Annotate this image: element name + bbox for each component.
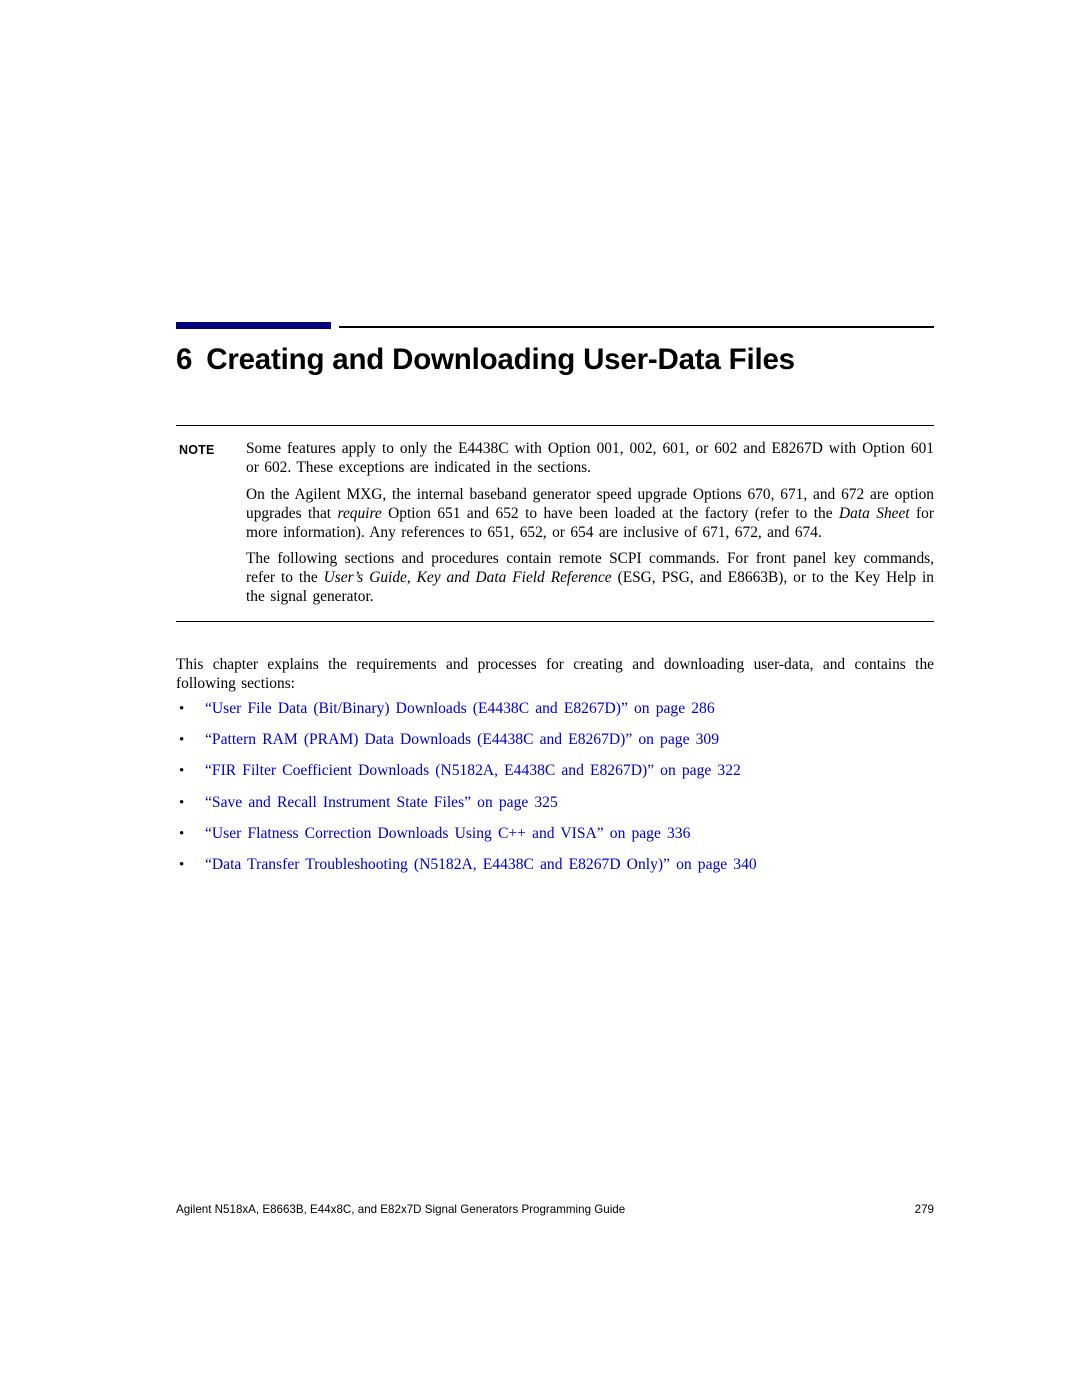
bullet-marker: • — [179, 732, 185, 749]
note-p2-part2: Option 651 and 652 to have been loaded a… — [381, 504, 840, 522]
chapter-accent-bar — [176, 322, 331, 329]
chapter-title-text: Creating and Downloading User-Data Files — [206, 343, 795, 376]
note-p3-italic-guide: User’s Guide, Key and Data Field Referen… — [323, 569, 612, 587]
page-title: 6 Creating and Downloading User-Data File… — [176, 343, 976, 377]
bullet-marker: • — [179, 701, 185, 717]
note-p2-italic-datasheet: Data Sheet — [839, 504, 910, 522]
bullet-marker: • — [179, 825, 185, 842]
footer-document-title: Agilent N518xA, E8663B, E44x8C, and E82x… — [176, 1203, 626, 1216]
chapter-thin-rule — [339, 326, 934, 328]
bullet-marker: • — [179, 794, 185, 811]
note-body: Some features apply to only the E4438C w… — [246, 439, 934, 606]
bullet-marker: • — [179, 857, 185, 874]
section-link[interactable]: “User Flatness Correction Downloads Usin… — [205, 825, 690, 842]
section-link[interactable]: “Data Transfer Troubleshooting (N5182A, … — [205, 856, 757, 873]
section-link[interactable]: “Pattern RAM (PRAM) Data Downloads (E443… — [205, 731, 719, 748]
section-link[interactable]: “User File Data (Bit/Binary) Downloads (… — [205, 700, 715, 717]
section-link[interactable]: “Save and Recall Instrument State Files”… — [205, 794, 558, 811]
note-label: NOTE — [179, 443, 215, 458]
note-paragraph-3: The following sections and procedures co… — [246, 549, 934, 607]
bullet-marker: • — [179, 763, 185, 780]
page-number: 279 — [914, 1203, 934, 1216]
intro-paragraph: This chapter explains the requirements a… — [176, 656, 934, 693]
chapter-rule — [176, 322, 934, 330]
list-item[interactable]: • “Data Transfer Troubleshooting (N5182A… — [176, 856, 966, 875]
note-paragraph-1: Some features apply to only the E4438C w… — [246, 440, 934, 477]
list-item[interactable]: • “User Flatness Correction Downloads Us… — [176, 825, 966, 844]
list-item[interactable]: • “FIR Filter Coefficient Downloads (N51… — [176, 762, 966, 781]
note-paragraph-2: On the Agilent MXG, the internal baseban… — [246, 485, 934, 543]
section-link[interactable]: “FIR Filter Coefficient Downloads (N5182… — [205, 762, 741, 779]
section-link-list: • “User File Data (Bit/Binary) Downloads… — [176, 700, 966, 887]
list-item[interactable]: • “User File Data (Bit/Binary) Downloads… — [176, 700, 966, 719]
document-page: 6 Creating and Downloading User-Data File… — [0, 0, 1080, 1397]
chapter-number: 6 — [176, 343, 193, 376]
note-bottom-rule — [176, 620, 934, 622]
note-p2-italic-require: require — [337, 504, 382, 522]
note-callout: NOTE Some features apply to only the E44… — [176, 425, 934, 622]
list-item[interactable]: • “Save and Recall Instrument State File… — [176, 794, 966, 813]
list-item[interactable]: • “Pattern RAM (PRAM) Data Downloads (E4… — [176, 731, 966, 750]
